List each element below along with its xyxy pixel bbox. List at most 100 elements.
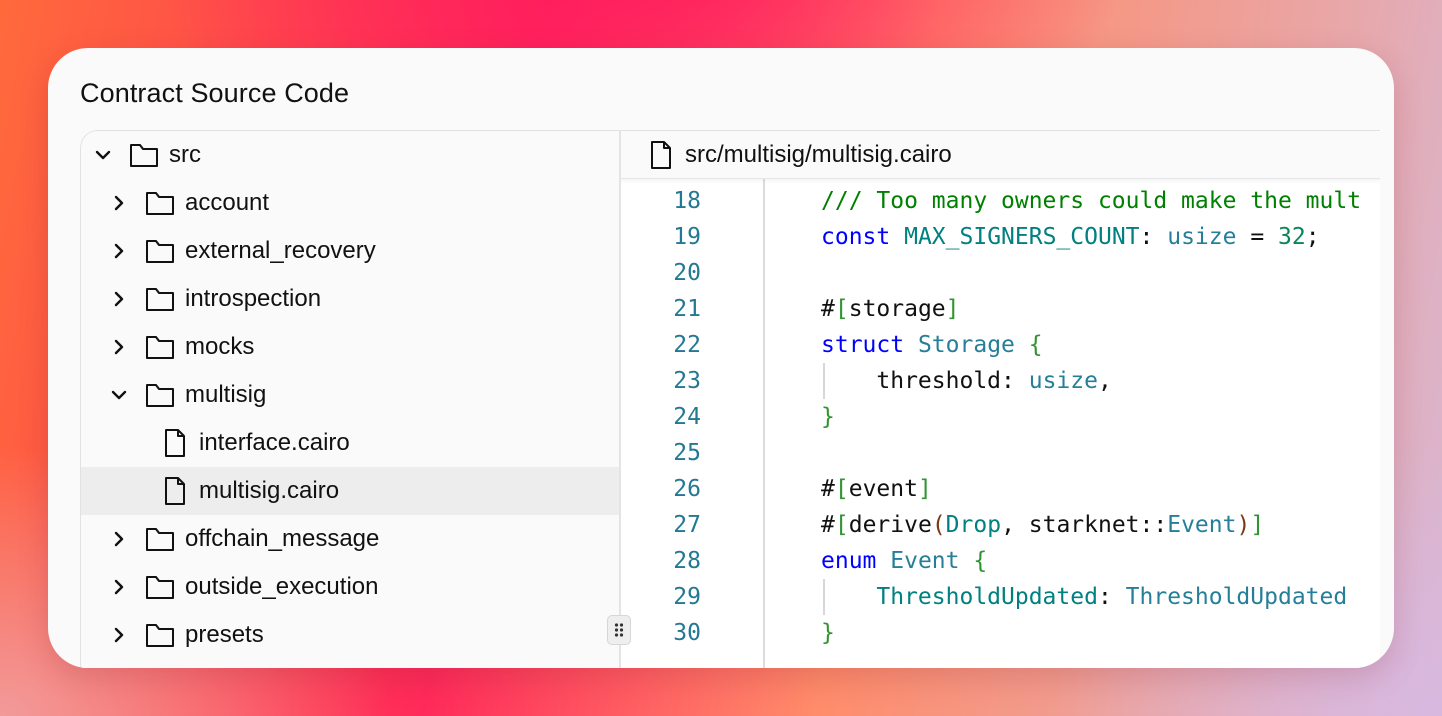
tree-item-label: introspection: [185, 285, 322, 312]
code-token: Event: [890, 548, 960, 574]
source-panel: src account external_recovery introspection…: [80, 130, 1380, 668]
line-number: 25: [673, 440, 701, 466]
code-token: =: [1236, 224, 1279, 250]
code-token: usize: [1028, 368, 1098, 394]
line-number: 21: [673, 296, 701, 322]
line-number: 26: [673, 476, 701, 502]
folder-icon: [146, 192, 174, 215]
tree-item-label: mocks: [185, 333, 255, 360]
code-token: ,: [1097, 368, 1112, 394]
code-token: MAX_SIGNERS_COUNT: [904, 224, 1140, 250]
chevron-right-icon[interactable]: [111, 339, 127, 355]
chevron-right-icon[interactable]: [111, 291, 127, 307]
code-token: Drop: [945, 512, 1002, 538]
file-tree: src account external_recovery introspection…: [81, 131, 619, 668]
code-line: 25: [621, 435, 1380, 471]
code-token: derive: [848, 512, 932, 538]
file-icon: [651, 140, 671, 169]
code-token: ): [1236, 512, 1251, 538]
code-line: 21 #[storage]: [621, 291, 1380, 327]
chevron-right-icon[interactable]: [111, 243, 127, 259]
tree-item-label: src: [169, 141, 201, 168]
chevron-right-icon[interactable]: [111, 579, 127, 595]
code-token: threshold:: [821, 368, 1029, 394]
drag-handle-icon[interactable]: [607, 615, 631, 645]
chevron-right-icon[interactable]: [111, 531, 127, 547]
tree-folder-item[interactable]: src: [81, 131, 619, 179]
code-token: [: [834, 296, 849, 322]
folder-icon: [146, 384, 174, 407]
code-token: :: [1139, 224, 1168, 250]
chevron-down-icon[interactable]: [95, 147, 111, 163]
code-viewer: src/multisig/multisig.cairo 1718/// Too …: [621, 131, 1380, 668]
folder-icon: [146, 576, 174, 599]
code-token: [: [834, 476, 849, 502]
code-token: {: [1028, 332, 1043, 358]
tree-item-label: interface.cairo: [199, 429, 350, 456]
code-token: /// Too many owners could make the mult: [821, 188, 1362, 214]
code-token: (: [931, 512, 946, 538]
tree-folder-item[interactable]: presets: [81, 611, 619, 659]
code-line: 28 enum Event {: [621, 543, 1380, 579]
code-text: }: [821, 399, 835, 435]
code-text: enum Event {: [821, 543, 987, 579]
tree-folder-item[interactable]: external_recovery: [81, 227, 619, 275]
code-line: 18 /// Too many owners could make the mul…: [621, 183, 1380, 219]
code-text: ThresholdUpdated: ThresholdUpdated: [821, 579, 1347, 615]
code-token: Event: [1167, 512, 1237, 538]
tree-file-item[interactable]: multisig.cairo: [81, 467, 619, 515]
folder-icon: [130, 144, 158, 167]
code-token: struct: [821, 332, 905, 358]
tree-folder-item[interactable]: multisig: [81, 371, 619, 419]
code-token: :: [1097, 584, 1126, 610]
code-token: {: [973, 548, 988, 574]
code-token: [: [834, 512, 849, 538]
code-token: enum: [821, 548, 877, 574]
folder-icon: [146, 336, 174, 359]
code-line: 30}: [621, 615, 1380, 651]
code-token: usize: [1167, 224, 1237, 250]
chevron-right-icon[interactable]: [111, 195, 127, 211]
code-token: storage: [848, 296, 946, 322]
code-token: ]: [917, 476, 932, 502]
code-line: 26 #[event]: [621, 471, 1380, 507]
folder-icon: [146, 528, 174, 551]
tree-item-label: outside_execution: [185, 573, 379, 600]
code-line: 24}: [621, 399, 1380, 435]
file-path: src/multisig/multisig.cairo: [685, 140, 952, 168]
contract-source-card: Contract Source Code src account external_…: [48, 48, 1394, 668]
code-token: #: [821, 296, 835, 322]
tree-item-label: account: [185, 189, 270, 216]
code-token: ;: [1305, 224, 1320, 250]
chevron-right-icon[interactable]: [111, 627, 127, 643]
code-token: Storage: [917, 332, 1015, 358]
code-line: 29 ThresholdUpdated: ThresholdUpdated: [621, 579, 1380, 615]
code-token: 32: [1278, 224, 1306, 250]
tree-file-item[interactable]: interface.cairo: [81, 419, 619, 467]
code-token: ]: [945, 296, 960, 322]
code-text: #[storage]: [821, 291, 960, 327]
code-text: #[event]: [821, 471, 932, 507]
code-token: #: [821, 512, 835, 538]
code-area[interactable]: 1718/// Too many owners could make the m…: [621, 179, 1380, 668]
folder-icon: [146, 624, 174, 647]
folder-icon: [146, 288, 174, 311]
tree-folder-item[interactable]: outside_execution: [81, 563, 619, 611]
tree-folder-item[interactable]: mocks: [81, 323, 619, 371]
line-number: 24: [673, 404, 701, 430]
tree-folder-item[interactable]: introspection: [81, 275, 619, 323]
tree-folder-item[interactable]: offchain_message: [81, 515, 619, 563]
code-text: }: [821, 615, 835, 651]
code-token: }: [821, 404, 835, 430]
line-number: 20: [673, 260, 701, 286]
chevron-down-icon[interactable]: [111, 387, 127, 403]
code-token: , starknet::: [1001, 512, 1168, 538]
code-line: 22 struct Storage {: [621, 327, 1380, 363]
tree-item-label: presets: [185, 621, 264, 648]
line-number: 23: [673, 368, 701, 394]
code-token: const: [821, 224, 891, 250]
tree-folder-item[interactable]: account: [81, 179, 619, 227]
